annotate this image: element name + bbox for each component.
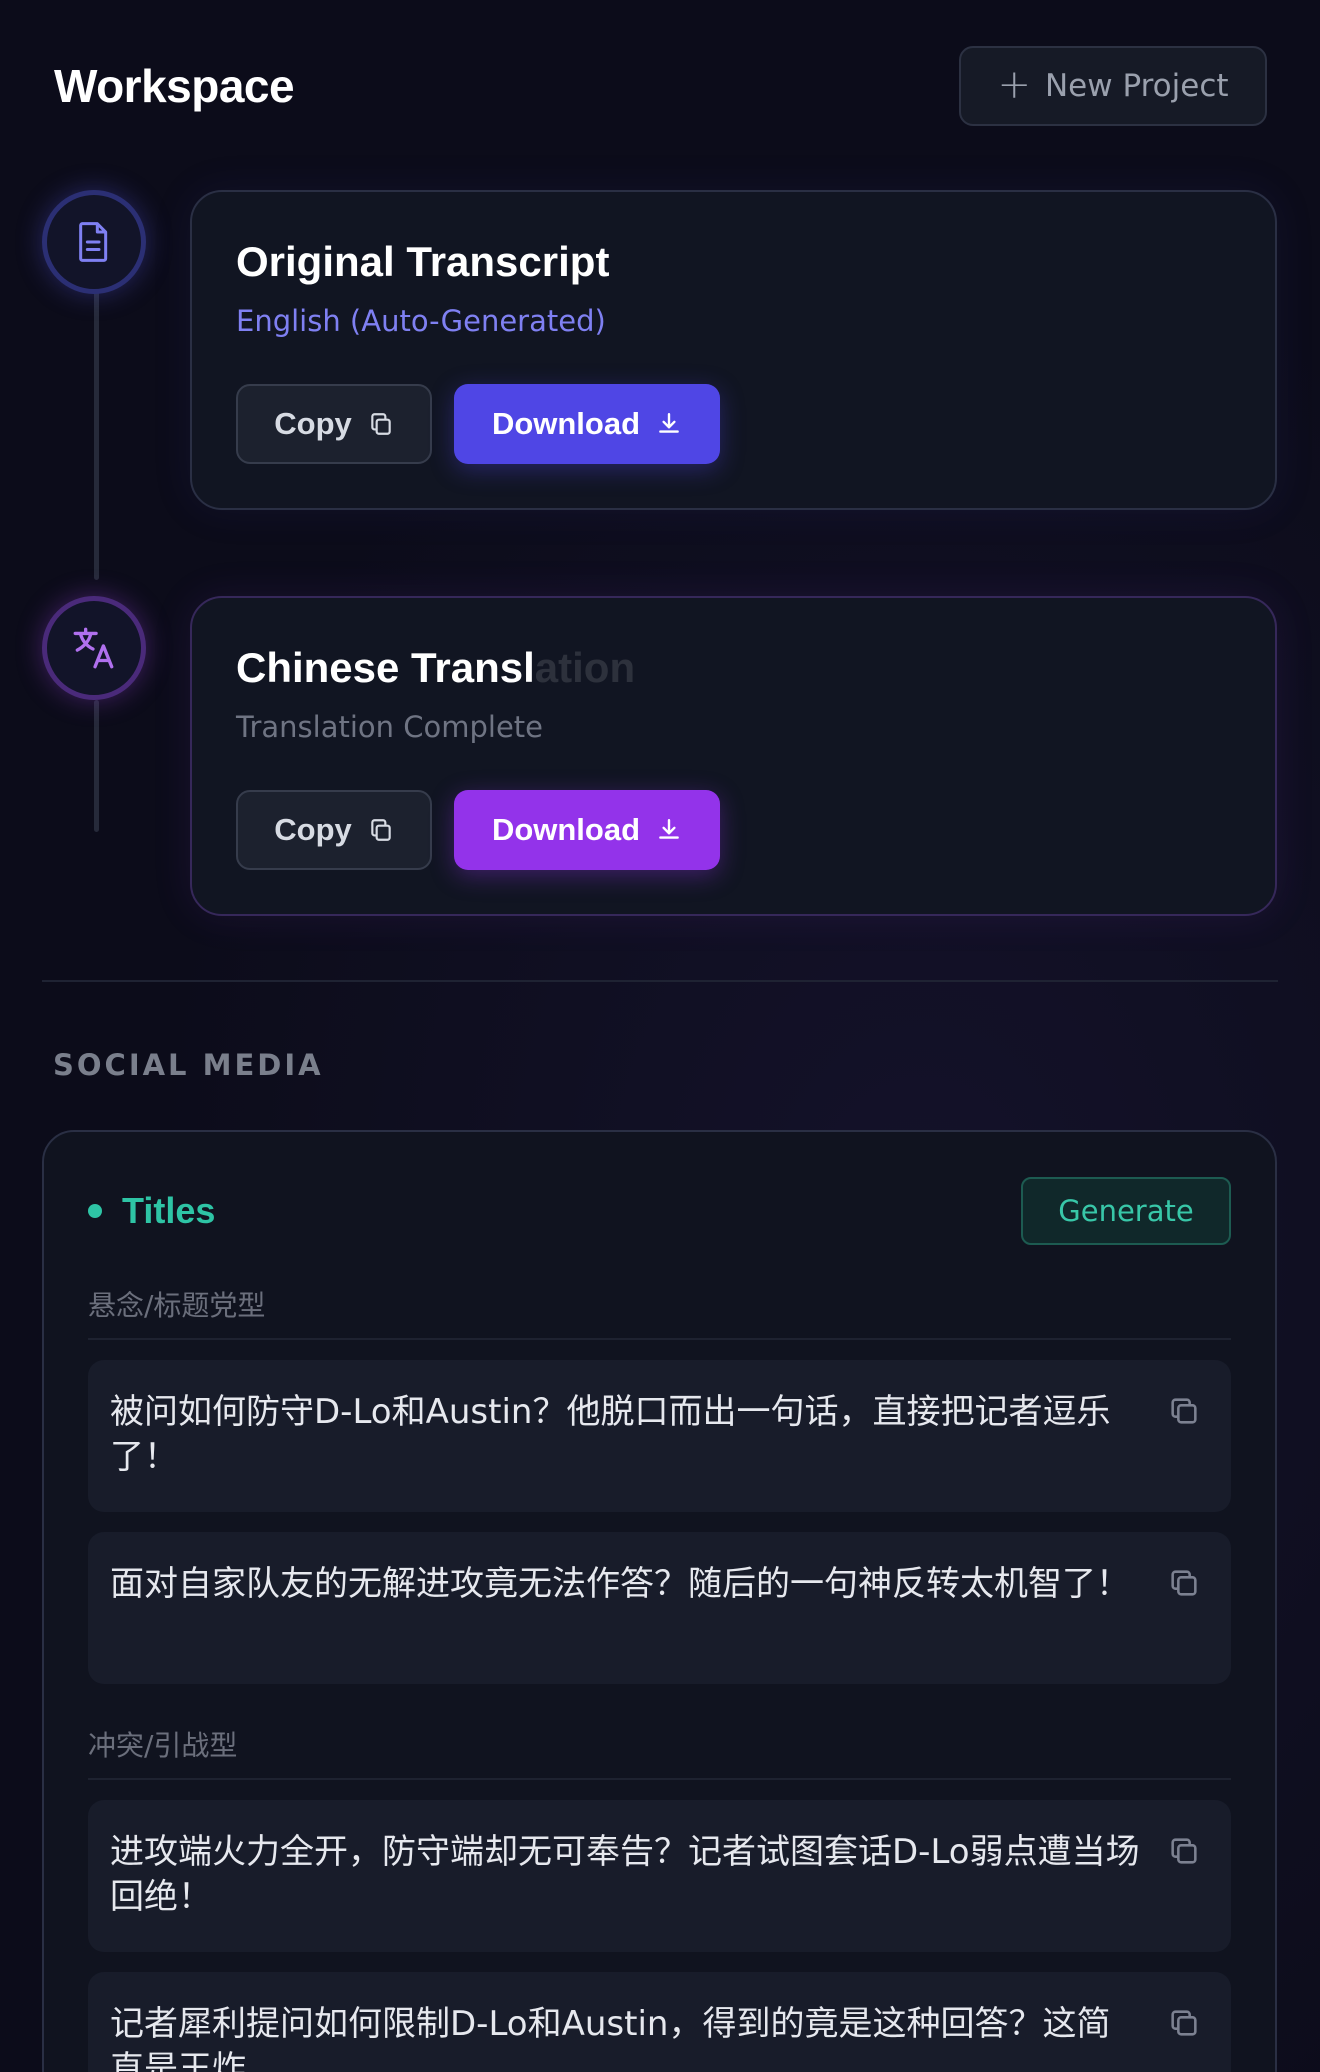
title-item: 进攻端火力全开，防守端却无可奉告？记者试图套话D-Lo弱点遭当场回绝！ <box>88 1800 1231 1952</box>
new-project-label: New Project <box>1044 68 1229 104</box>
copy-icon[interactable] <box>1167 2006 1201 2040</box>
timeline-connector <box>94 700 99 832</box>
titles-label: Titles <box>122 1190 216 1231</box>
generate-button[interactable]: Generate <box>1021 1177 1231 1245</box>
copy-label: Copy <box>274 406 352 441</box>
title-text: 面对自家队友的无解进攻竟无法作答？随后的一句神反转太机智了！ <box>110 1564 1130 1604</box>
new-project-button[interactable]: + New Project <box>959 46 1267 126</box>
title-item: 被问如何防守D-Lo和Austin？他脱口而出一句话，直接把记者逗乐了！ <box>88 1360 1231 1512</box>
copy-icon <box>371 819 391 841</box>
status-dot <box>88 1204 102 1218</box>
header: Workspace + New Project <box>54 46 1267 126</box>
document-icon <box>79 222 108 262</box>
card-title: Chinese Translation <box>236 644 1231 692</box>
download-icon <box>659 819 679 839</box>
title-item: 面对自家队友的无解进攻竟无法作答？随后的一句神反转太机智了！ <box>88 1532 1231 1684</box>
title-text: 记者犀利提问如何限制D-Lo和Austin，得到的竟是这种回答？这简直是王炸 <box>110 2004 1111 2072</box>
copy-icon[interactable] <box>1167 1834 1201 1868</box>
plus-icon: + <box>997 62 1031 108</box>
card-title-text: Chinese Transl <box>236 644 535 691</box>
card-subtitle: Translation Complete <box>236 710 543 744</box>
group-label: 冲突/引战型 <box>88 1724 1231 1780</box>
copy-button[interactable]: Copy <box>236 384 432 464</box>
section-label: SOCIAL MEDIA <box>53 1048 324 1082</box>
document-node <box>42 190 146 294</box>
download-button[interactable]: Download <box>454 790 720 870</box>
section-divider <box>42 980 1278 982</box>
title-text: 进攻端火力全开，防守端却无可奉告？记者试图套话D-Lo弱点遭当场回绝！ <box>110 1832 1140 1917</box>
original-transcript-card: Original Transcript English (Auto-Genera… <box>190 190 1277 510</box>
timeline-connector <box>94 290 99 580</box>
download-icon <box>659 413 679 433</box>
title-text: 被问如何防守D-Lo和Austin？他脱口而出一句话，直接把记者逗乐了！ <box>110 1392 1111 1477</box>
download-button[interactable]: Download <box>454 384 720 464</box>
page-title: Workspace <box>54 60 295 112</box>
titles-heading: Titles <box>88 1190 215 1232</box>
card-title: Original Transcript <box>236 238 610 285</box>
download-label: Download <box>491 812 641 847</box>
card-title-faded: ation <box>534 644 636 691</box>
titles-card: Titles Generate 悬念/标题党型 被问如何防守D-Lo和Austi… <box>42 1130 1277 2072</box>
chinese-translation-card: Chinese Translation Translation Complete… <box>190 596 1277 916</box>
translate-icon <box>73 627 114 669</box>
copy-icon[interactable] <box>1167 1394 1201 1428</box>
copy-button[interactable]: Copy <box>236 790 432 870</box>
copy-icon[interactable] <box>1167 1566 1201 1600</box>
translate-node <box>42 596 146 700</box>
group-label: 悬念/标题党型 <box>88 1284 1231 1340</box>
title-item: 记者犀利提问如何限制D-Lo和Austin，得到的竟是这种回答？这简直是王炸 <box>88 1972 1231 2072</box>
copy-icon <box>371 413 391 435</box>
copy-label: Copy <box>274 812 352 847</box>
download-label: Download <box>491 406 641 441</box>
card-subtitle: English (Auto-Generated) <box>236 304 606 338</box>
